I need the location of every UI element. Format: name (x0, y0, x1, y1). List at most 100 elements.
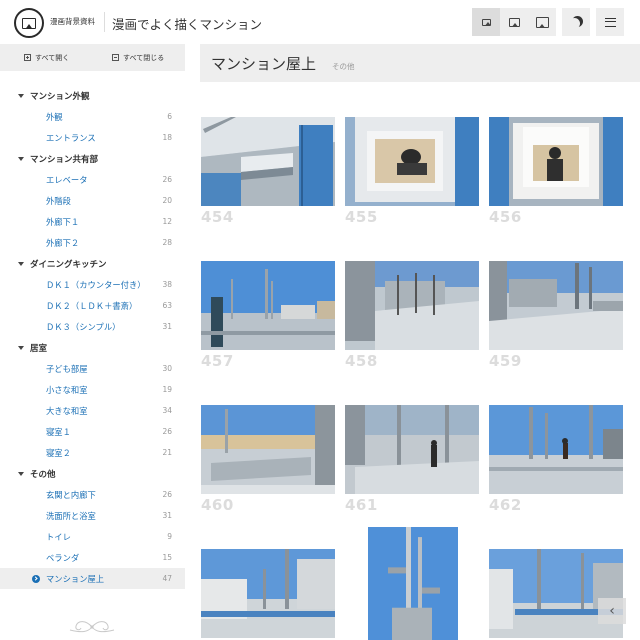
collapse-all-label: すべて閉じる (123, 53, 165, 62)
photo-thumbnail[interactable] (489, 549, 623, 638)
sidebar-category[interactable]: マンション外観 (0, 85, 185, 106)
photo-thumbnail[interactable] (201, 117, 335, 206)
sidebar-item-count: 6 (167, 112, 172, 121)
sidebar-item-label: 寝室２ (46, 447, 71, 458)
photo-number: 461 (345, 496, 378, 514)
thumb-size-small-button[interactable] (472, 8, 500, 36)
sidebar-item[interactable]: ベランダ 15 (0, 547, 185, 568)
category-parent[interactable]: その他 (332, 61, 355, 72)
sidebar-item-label: ベランダ (46, 552, 80, 563)
scroll-prev-button[interactable]: ‹ (598, 598, 626, 624)
photo-number: 459 (489, 352, 522, 370)
photo-thumbnail[interactable] (201, 261, 335, 350)
sidebar-item-label: 洗面所と浴室 (46, 510, 96, 521)
sidebar-item[interactable]: 玄関と内廊下 26 (0, 484, 185, 505)
photo-thumbnail[interactable] (489, 261, 623, 350)
sidebar-item[interactable]: トイレ 9 (0, 526, 185, 547)
sidebar-category[interactable]: ダイニングキッチン (0, 253, 185, 274)
expand-all-button[interactable]: すべて開く (24, 44, 69, 71)
photo-thumbnail[interactable] (201, 549, 335, 638)
sidebar-category[interactable]: マンション共有部 (0, 148, 185, 169)
sidebar-item-label: 小さな和室 (46, 384, 88, 395)
photo-thumbnail[interactable] (345, 405, 479, 494)
sidebar-item[interactable]: ＤＫ３（シンプル） 31 (0, 316, 185, 337)
sidebar: すべて開く すべて閉じる マンション外観 外観 6 エントランス 18 マンション共有部エ… (0, 44, 185, 640)
sidebar-item-label: トイレ (46, 531, 71, 542)
photo-thumbnail[interactable] (345, 261, 479, 350)
sidebar-item-label: エントランス (46, 132, 96, 143)
sidebar-item-count: 20 (162, 196, 172, 205)
sidebar-category[interactable]: その他 (0, 463, 185, 484)
image-medium-icon (508, 17, 520, 27)
collapse-all-button[interactable]: すべて閉じる (112, 44, 164, 71)
sidebar-item[interactable]: 洗面所と浴室 31 (0, 505, 185, 526)
photo-number: 462 (489, 496, 522, 514)
image-small-icon (481, 18, 491, 26)
sidebar-item-count: 26 (162, 427, 172, 436)
sidebar-item[interactable]: ＤＫ２（ＬＤＫ＋書斎） 63 (0, 295, 185, 316)
sidebar-item[interactable]: 寝室１ 26 (0, 421, 185, 442)
sidebar-item[interactable]: 外廊下２ 28 (0, 232, 185, 253)
sidebar-item-label: エレベータ (46, 174, 88, 185)
sidebar-item-label: 寝室１ (46, 426, 71, 437)
sidebar-item[interactable]: 小さな和室 19 (0, 379, 185, 400)
photo-thumbnail[interactable] (368, 527, 458, 640)
sidebar-category-label: マンション共有部 (30, 154, 99, 165)
page-title[interactable]: 漫画でよく描くマンション (112, 14, 262, 33)
photo-thumbnail[interactable] (345, 117, 479, 206)
category-title: マンション屋上 (211, 55, 317, 73)
image-large-icon (535, 16, 549, 28)
sidebar-item[interactable]: エレベータ 26 (0, 169, 185, 190)
sidebar-item-label: 玄関と内廊下 (46, 489, 96, 500)
sidebar-item[interactable]: 外観 6 (0, 106, 185, 127)
sidebar-item[interactable]: 外階段 20 (0, 190, 185, 211)
category-tree: マンション外観 外観 6 エントランス 18 マンション共有部 エレベータ 26 外階段 20 外廊… (0, 85, 185, 589)
sidebar-item-label: ＤＫ２（ＬＤＫ＋書斎） (46, 300, 138, 311)
photo-number: 460 (201, 496, 234, 514)
site-name[interactable]: 漫画背景資料 (50, 16, 95, 27)
sidebar-item-count: 12 (162, 217, 172, 226)
chevron-left-icon: ‹ (609, 603, 615, 619)
sidebar-item-label: 子ども部屋 (46, 363, 88, 374)
sidebar-item[interactable]: エントランス 18 (0, 127, 185, 148)
photo-number: 456 (489, 208, 522, 226)
menu-button[interactable] (596, 8, 624, 36)
sidebar-item-count: 18 (162, 133, 172, 142)
sidebar-item-count: 26 (162, 175, 172, 184)
header-divider (104, 12, 105, 32)
photo-thumbnail[interactable] (201, 405, 335, 494)
category-title-bar: マンション屋上 その他 (200, 44, 640, 82)
sidebar-item[interactable]: 寝室２ 21 (0, 442, 185, 463)
sidebar-item-count: 15 (162, 553, 172, 562)
caret-down-icon (18, 156, 24, 161)
sidebar-item-label: 大きな和室 (46, 405, 88, 416)
sidebar-item[interactable]: 子ども部屋 30 (0, 358, 185, 379)
sidebar-item-label: ＤＫ３（シンプル） (46, 321, 121, 332)
site-logo[interactable] (14, 8, 44, 38)
sidebar-item-count: 9 (167, 532, 172, 541)
photo-number: 457 (201, 352, 234, 370)
sidebar-item[interactable]: ＤＫ１（カウンター付き） 38 (0, 274, 185, 295)
sidebar-item[interactable]: 外廊下１ 12 (0, 211, 185, 232)
sidebar-item-count: 26 (162, 490, 172, 499)
sidebar-item-count: 63 (162, 301, 172, 310)
dark-mode-button[interactable] (562, 8, 590, 36)
sidebar-item[interactable]: 大きな和室 34 (0, 400, 185, 421)
thumb-size-medium-button[interactable] (500, 8, 528, 36)
sidebar-category-label: 居室 (30, 343, 48, 354)
header: 漫画背景資料 漫画でよく描くマンション (0, 0, 640, 44)
photo-thumbnail[interactable] (489, 405, 623, 494)
sidebar-item-count: 28 (162, 238, 172, 247)
chevron-circle-icon (32, 574, 40, 583)
sidebar-item-label: 外廊下２ (46, 237, 80, 248)
sidebar-item[interactable]: マンション屋上 47 (0, 568, 185, 589)
sidebar-item-count: 31 (162, 322, 172, 331)
thumb-size-large-button[interactable] (528, 8, 556, 36)
photo-number: 458 (345, 352, 378, 370)
image-logo-icon (22, 17, 36, 29)
caret-down-icon (18, 261, 24, 266)
sidebar-item-count: 19 (162, 385, 172, 394)
sidebar-category[interactable]: 居室 (0, 337, 185, 358)
ornament-icon (69, 621, 115, 633)
photo-thumbnail[interactable] (489, 117, 623, 206)
